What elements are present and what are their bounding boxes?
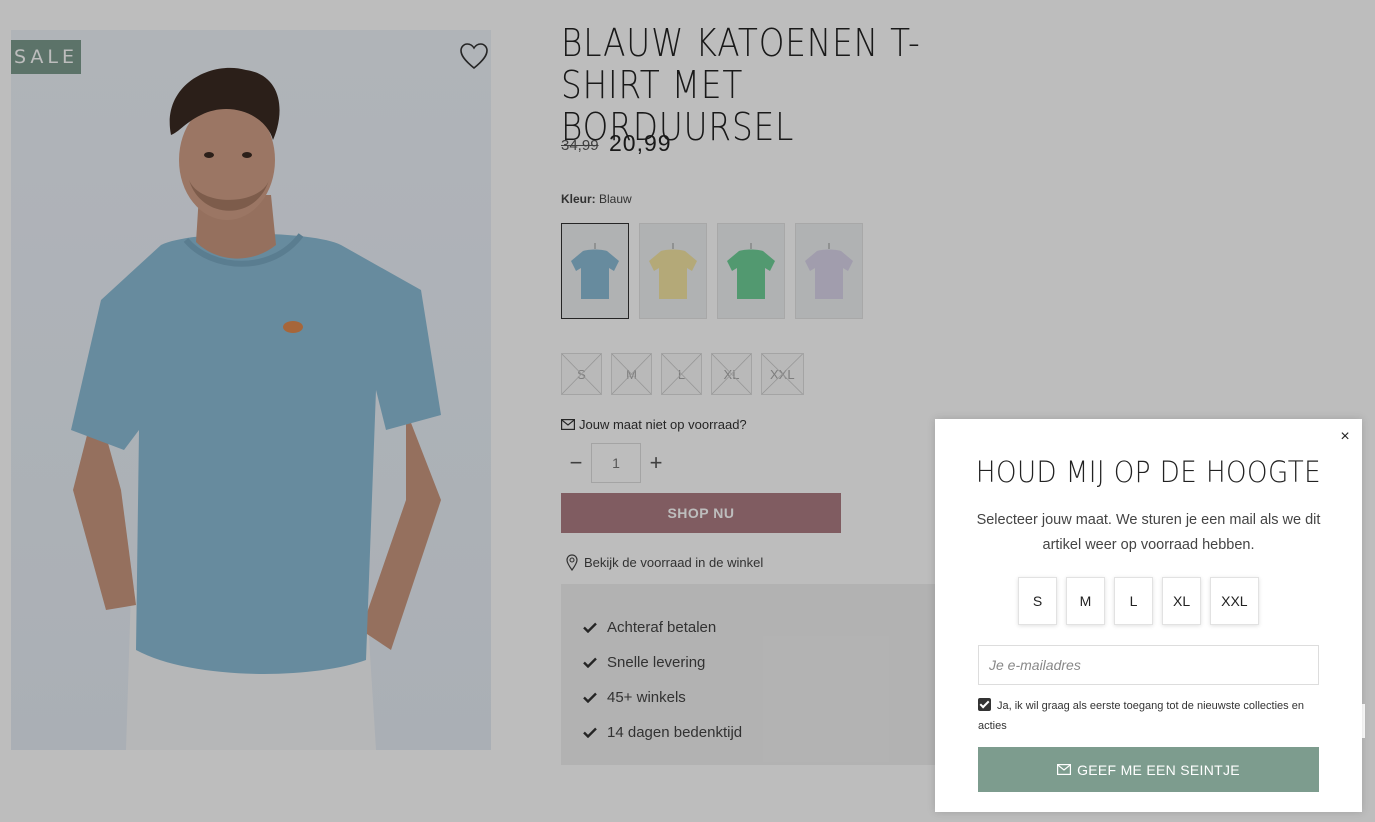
notify-me-button[interactable]: GEEF ME EEN SEINTJE: [978, 747, 1319, 792]
popup-size-xxl[interactable]: XXL: [1210, 577, 1259, 625]
envelope-icon: [1057, 764, 1072, 775]
consent-checkbox[interactable]: [978, 698, 991, 711]
popup-size-l[interactable]: L: [1114, 577, 1153, 625]
email-field[interactable]: [978, 645, 1319, 685]
popup-size-selector: S M L XL XXL: [1018, 577, 1259, 625]
popup-size-xl[interactable]: XL: [1162, 577, 1202, 625]
close-icon[interactable]: ×: [1337, 429, 1353, 445]
popup-size-s[interactable]: S: [1018, 577, 1057, 625]
stock-notify-popup: × HOUD MIJ OP DE HOOGTE Selecteer jouw m…: [935, 419, 1362, 812]
popup-title: HOUD MIJ OP DE HOOGTE: [975, 455, 1322, 489]
popup-size-m[interactable]: M: [1066, 577, 1105, 625]
notify-me-label: GEEF ME EEN SEINTJE: [1077, 761, 1240, 778]
consent-row: Ja, ik wil graag als eerste toegang tot …: [978, 696, 1323, 736]
consent-label: Ja, ik wil graag als eerste toegang tot …: [978, 700, 1304, 732]
popup-description: Selecteer jouw maat. We sturen je een ma…: [976, 512, 1321, 553]
